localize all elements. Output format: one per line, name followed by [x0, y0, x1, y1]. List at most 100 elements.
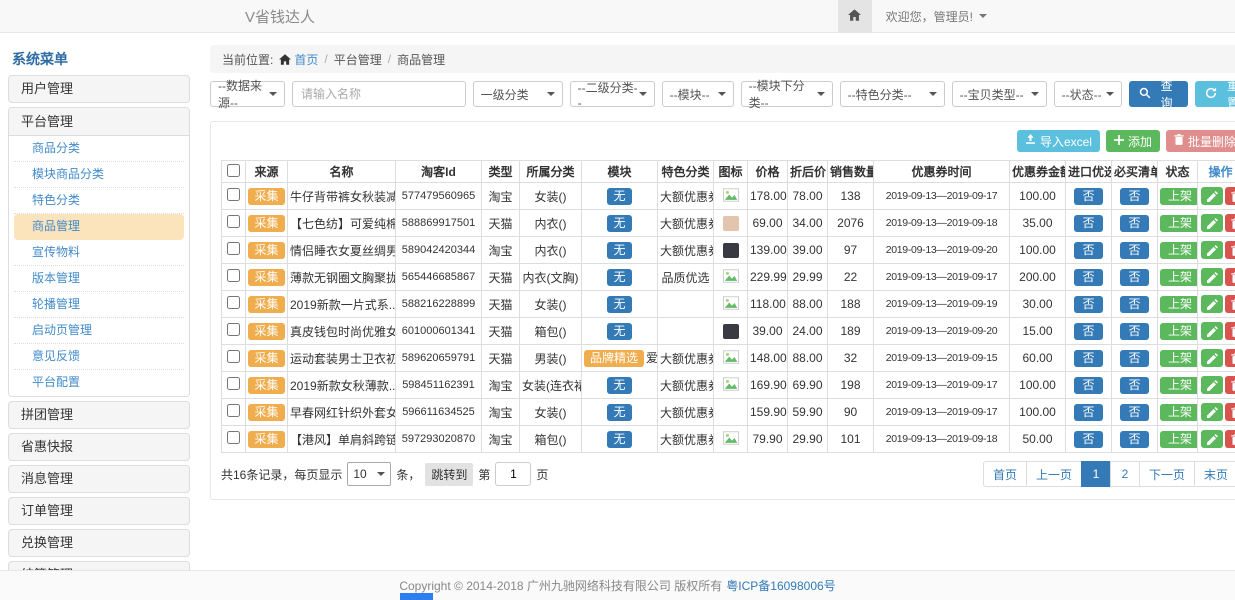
- import-select-toggle[interactable]: 否: [1074, 323, 1102, 340]
- status-badge[interactable]: 上架: [1160, 350, 1198, 367]
- edit-button[interactable]: [1201, 403, 1223, 421]
- must-buy-toggle[interactable]: 否: [1120, 377, 1148, 394]
- row-checkbox[interactable]: [227, 215, 240, 228]
- import-select-toggle[interactable]: 否: [1074, 377, 1102, 394]
- sidebar-sub-item[interactable]: 版本管理: [14, 266, 184, 292]
- edit-button[interactable]: [1201, 187, 1223, 205]
- sidebar-group[interactable]: 省惠快报: [8, 433, 190, 461]
- must-buy-toggle[interactable]: 否: [1120, 431, 1148, 448]
- delete-button[interactable]: [1225, 295, 1235, 313]
- sidebar-sub-item[interactable]: 商品分类: [14, 136, 184, 162]
- status-badge[interactable]: 上架: [1160, 188, 1198, 205]
- import-select-toggle[interactable]: 否: [1074, 188, 1102, 205]
- page-button[interactable]: 首页: [983, 461, 1027, 487]
- icp-link[interactable]: 粤ICP备16098006号: [726, 577, 835, 594]
- sidebar-group-users[interactable]: 用户管理: [8, 75, 190, 103]
- must-buy-toggle[interactable]: 否: [1120, 188, 1148, 205]
- jump-button[interactable]: 跳转到: [425, 463, 473, 486]
- row-checkbox[interactable]: [227, 269, 240, 282]
- status-badge[interactable]: 上架: [1160, 242, 1198, 259]
- delete-button[interactable]: [1225, 268, 1235, 286]
- filter-select[interactable]: 一级分类: [473, 81, 563, 107]
- delete-button[interactable]: [1225, 241, 1235, 259]
- must-buy-toggle[interactable]: 否: [1120, 215, 1148, 232]
- must-buy-toggle[interactable]: 否: [1120, 269, 1148, 286]
- must-buy-toggle[interactable]: 否: [1120, 242, 1148, 259]
- must-buy-toggle[interactable]: 否: [1120, 296, 1148, 313]
- edit-button[interactable]: [1201, 322, 1223, 340]
- import-select-toggle[interactable]: 否: [1074, 296, 1102, 313]
- delete-button[interactable]: [1225, 322, 1235, 340]
- filter-select[interactable]: --模块--: [662, 81, 734, 107]
- row-checkbox[interactable]: [227, 350, 240, 363]
- status-badge[interactable]: 上架: [1160, 377, 1198, 394]
- page-button[interactable]: 下一页: [1139, 461, 1195, 487]
- row-checkbox[interactable]: [227, 323, 240, 336]
- edit-button[interactable]: [1201, 295, 1223, 313]
- must-buy-toggle[interactable]: 否: [1120, 323, 1148, 340]
- edit-button[interactable]: [1201, 376, 1223, 394]
- page-button[interactable]: 上一页: [1026, 461, 1082, 487]
- status-badge[interactable]: 上架: [1160, 431, 1198, 448]
- delete-button[interactable]: [1225, 403, 1235, 421]
- sidebar-group[interactable]: 结算管理: [8, 561, 190, 570]
- reset-button[interactable]: 重置: [1195, 81, 1235, 107]
- row-checkbox[interactable]: [227, 431, 240, 444]
- page-button[interactable]: 末页: [1194, 461, 1235, 487]
- name-search-input[interactable]: [292, 81, 466, 107]
- sidebar-group[interactable]: 订单管理: [8, 497, 190, 525]
- home-button[interactable]: [838, 0, 872, 33]
- filter-select[interactable]: --特色分类--: [840, 81, 945, 107]
- sidebar-group[interactable]: 兑换管理: [8, 529, 190, 557]
- delete-button[interactable]: [1225, 430, 1235, 448]
- import-select-toggle[interactable]: 否: [1074, 431, 1102, 448]
- must-buy-toggle[interactable]: 否: [1120, 404, 1148, 421]
- edit-button[interactable]: [1201, 268, 1223, 286]
- sidebar-sub-item[interactable]: 启动页管理: [14, 318, 184, 344]
- delete-button[interactable]: [1225, 214, 1235, 232]
- status-badge[interactable]: 上架: [1160, 215, 1198, 232]
- import-select-toggle[interactable]: 否: [1074, 350, 1102, 367]
- filter-select[interactable]: --数据来源--: [210, 81, 285, 107]
- status-badge[interactable]: 上架: [1160, 404, 1198, 421]
- import-select-toggle[interactable]: 否: [1074, 215, 1102, 232]
- sidebar-sub-item[interactable]: 轮播管理: [14, 292, 184, 318]
- user-menu[interactable]: 欢迎您，管理员!: [886, 8, 987, 25]
- must-buy-toggle[interactable]: 否: [1120, 350, 1148, 367]
- delete-button[interactable]: [1225, 349, 1235, 367]
- delete-button[interactable]: [1225, 376, 1235, 394]
- page-button[interactable]: 2: [1110, 461, 1140, 487]
- filter-select[interactable]: --状态--: [1054, 81, 1122, 107]
- row-checkbox[interactable]: [227, 404, 240, 417]
- status-badge[interactable]: 上架: [1160, 269, 1198, 286]
- delete-button[interactable]: [1225, 187, 1235, 205]
- status-badge[interactable]: 上架: [1160, 323, 1198, 340]
- import-select-toggle[interactable]: 否: [1074, 269, 1102, 286]
- sidebar-group[interactable]: 消息管理: [8, 465, 190, 493]
- select-all-checkbox[interactable]: [227, 164, 240, 177]
- sidebar-sub-item[interactable]: 宣传物料: [14, 240, 184, 266]
- edit-button[interactable]: [1201, 214, 1223, 232]
- sidebar-sub-item[interactable]: 平台配置: [14, 370, 184, 396]
- filter-select[interactable]: --模块下分类--: [741, 81, 833, 107]
- add-button[interactable]: 添加: [1106, 130, 1160, 152]
- edit-button[interactable]: [1201, 430, 1223, 448]
- sidebar-group-platform[interactable]: 平台管理: [9, 108, 189, 136]
- row-checkbox[interactable]: [227, 188, 240, 201]
- import-select-toggle[interactable]: 否: [1074, 242, 1102, 259]
- search-button[interactable]: 查询: [1129, 81, 1189, 107]
- sidebar-sub-item[interactable]: 模块商品分类: [14, 162, 184, 188]
- row-checkbox[interactable]: [227, 377, 240, 390]
- status-badge[interactable]: 上架: [1160, 296, 1198, 313]
- sidebar-sub-item[interactable]: 商品管理: [14, 214, 184, 240]
- edit-button[interactable]: [1201, 241, 1223, 259]
- breadcrumb-item-platform[interactable]: 平台管理: [334, 51, 382, 68]
- import-excel-button[interactable]: 导入excel: [1017, 130, 1100, 152]
- breadcrumb-home-link[interactable]: 首页: [279, 51, 318, 68]
- row-checkbox[interactable]: [227, 242, 240, 255]
- import-select-toggle[interactable]: 否: [1074, 404, 1102, 421]
- sidebar-sub-item[interactable]: 意见反馈: [14, 344, 184, 370]
- sidebar-sub-item[interactable]: 特色分类: [14, 188, 184, 214]
- batch-delete-button[interactable]: 批量删除: [1166, 130, 1235, 152]
- jump-page-input[interactable]: [495, 462, 531, 486]
